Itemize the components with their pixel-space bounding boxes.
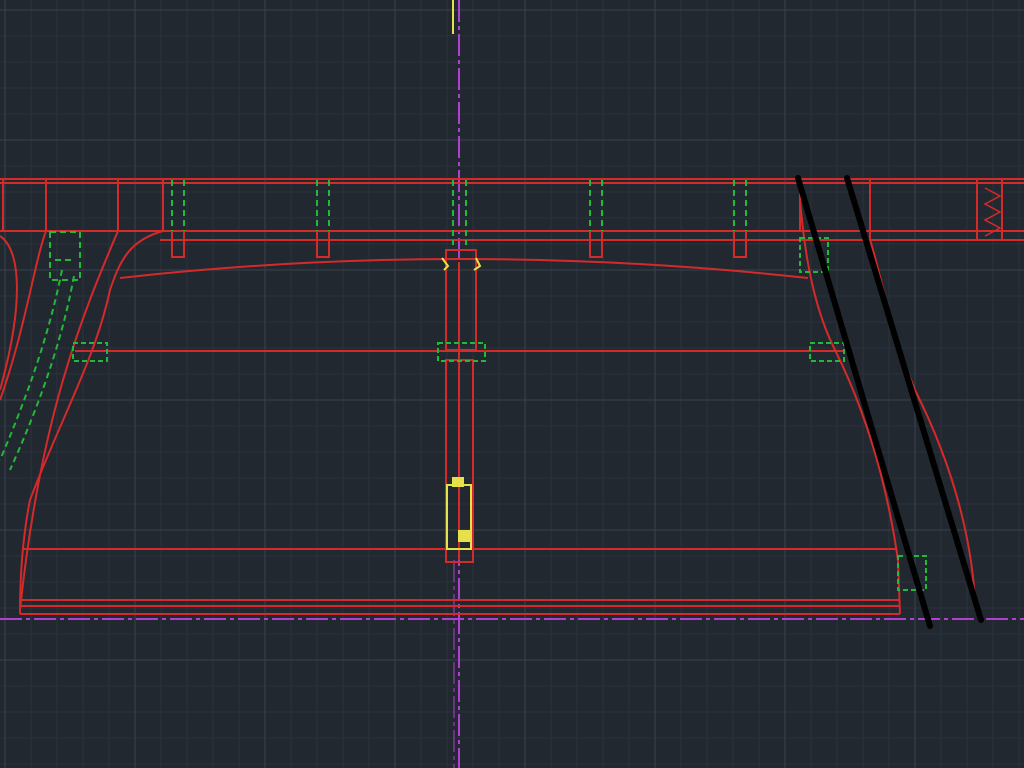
- viewport-background: [0, 0, 1024, 768]
- grip-top[interactable]: [452, 477, 464, 487]
- grip-mid[interactable]: [458, 530, 470, 542]
- cad-drawing-canvas[interactable]: [0, 0, 1024, 768]
